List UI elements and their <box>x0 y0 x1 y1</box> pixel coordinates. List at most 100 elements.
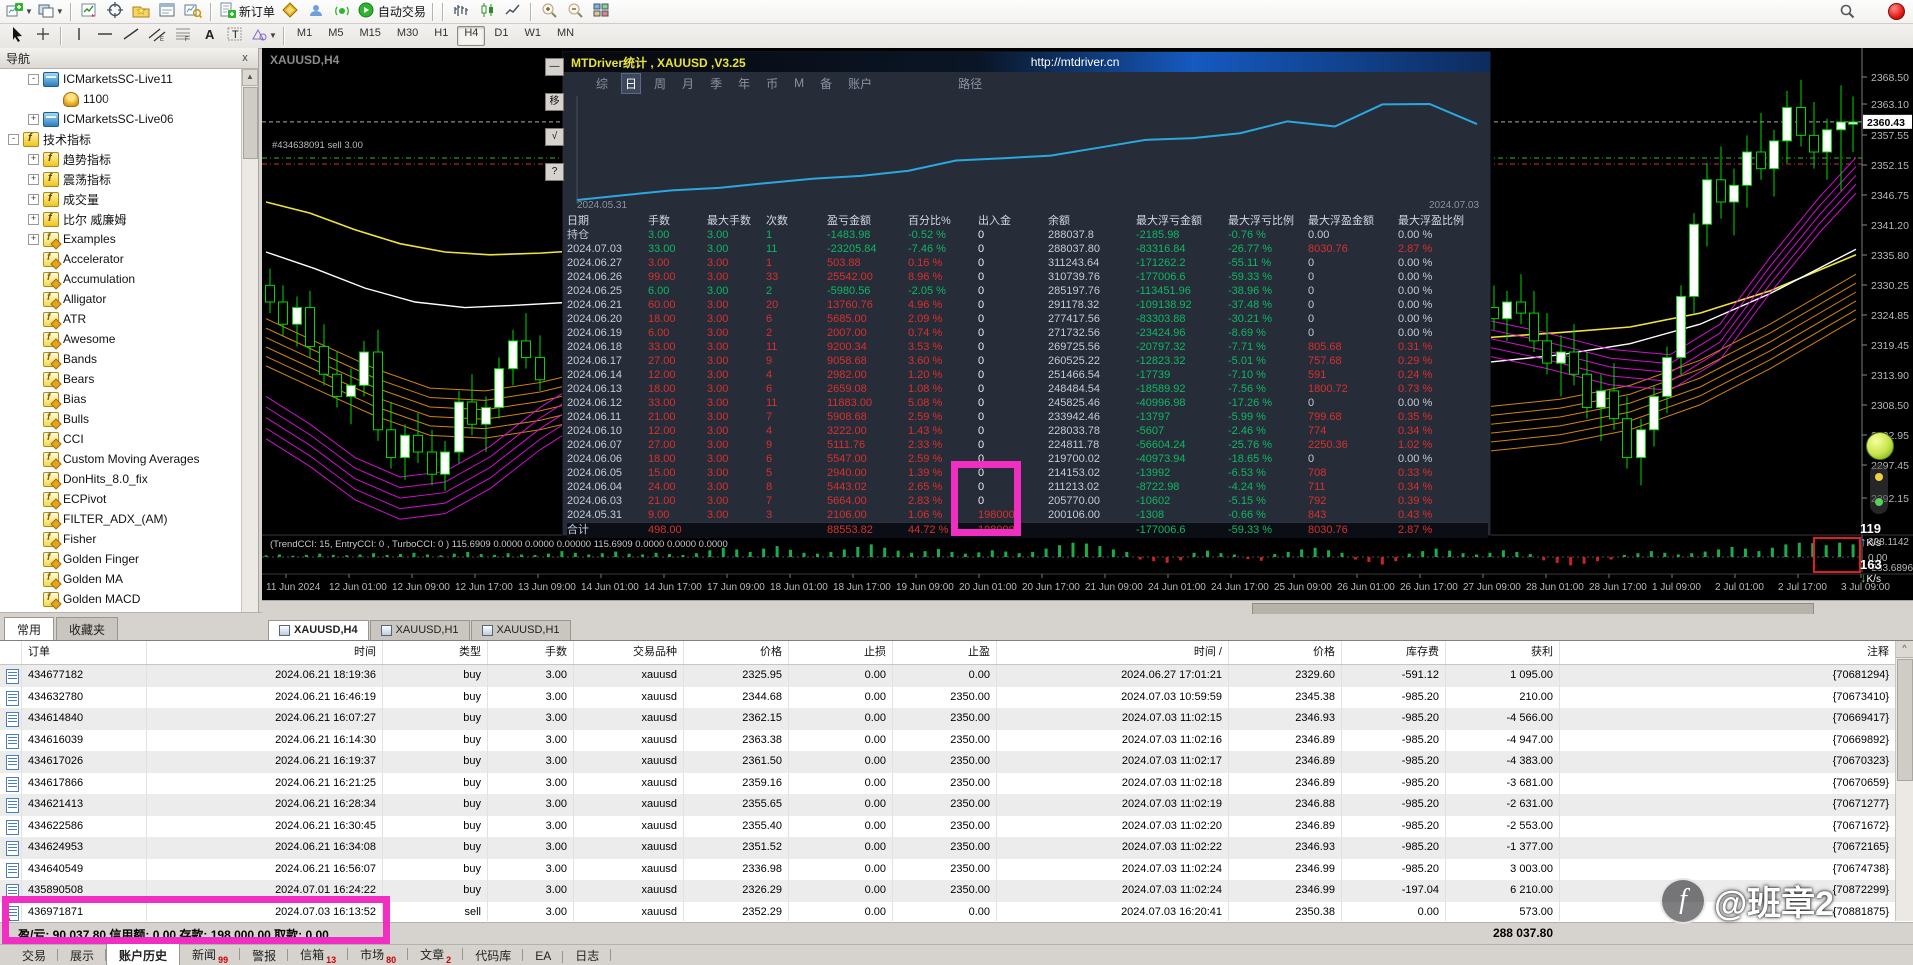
channel-button[interactable]: E <box>145 25 169 47</box>
sidebar-item-bulls[interactable]: Bulls <box>0 409 242 429</box>
terminal-tab-展示[interactable]: 展示 <box>58 945 107 965</box>
expand-icon[interactable]: + <box>28 153 39 165</box>
terminal-tab-账户历史[interactable]: 账户历史 <box>106 942 181 965</box>
order-row[interactable]: 434632780 2024.06.21 16:46:19 buy 3.00 xauus… <box>0 686 1913 708</box>
timeframe-m15[interactable]: M15 <box>352 26 387 46</box>
sidebar-tab-常用[interactable]: 常用 <box>4 617 55 641</box>
zoom-in-button[interactable] <box>537 1 561 23</box>
collapse-icon[interactable]: - <box>8 133 19 145</box>
terminal-tab-代码库[interactable]: 代码库 <box>463 945 524 965</box>
fibo-button[interactable]: F <box>171 25 195 47</box>
stats-tab-日[interactable]: 日 <box>621 72 642 94</box>
stats-tab-综[interactable]: 综 <box>593 74 611 93</box>
sidebar-item-examples[interactable]: + Examples <box>0 229 242 249</box>
timeframe-m30[interactable]: M30 <box>390 26 425 46</box>
column-header[interactable]: 价格 <box>1229 641 1342 664</box>
stats-tab-月[interactable]: 月 <box>679 74 697 93</box>
minimize-button[interactable]: — <box>545 58 564 76</box>
collapse-icon[interactable]: - <box>28 73 39 85</box>
terminal-tab-交易[interactable]: 交易 <box>10 945 59 965</box>
order-row[interactable]: 434624953 2024.06.21 16:34:08 buy 3.00 xauus… <box>0 837 1913 859</box>
timeframe-h4[interactable]: H4 <box>457 25 486 46</box>
order-row[interactable]: 434677182 2024.06.21 18:19:36 buy 3.00 xauus… <box>0 665 1913 687</box>
sidebar-item-custom-moving-averages[interactable]: Custom Moving Averages <box>0 449 242 469</box>
vline-button[interactable] <box>67 25 91 47</box>
order-row[interactable]: 434617026 2024.06.21 16:19:37 buy 3.00 xauus… <box>0 751 1913 773</box>
sidebar-item-bears[interactable]: Bears <box>0 369 242 389</box>
expand-icon[interactable]: + <box>28 233 39 245</box>
terminal-tab-警报[interactable]: 警报 <box>240 945 289 965</box>
stats-tab-账户[interactable]: 账户 <box>845 74 875 93</box>
hline-button[interactable] <box>93 25 117 47</box>
terminal-panel-button[interactable] <box>155 1 179 23</box>
textA-button[interactable]: A <box>197 25 221 47</box>
sidebar-item-bands[interactable]: Bands <box>0 349 242 369</box>
stats-tab-M[interactable]: M <box>791 75 807 91</box>
cloud-person-button[interactable] <box>304 1 328 23</box>
order-row[interactable]: 434621413 2024.06.21 16:28:34 buy 3.00 xauus… <box>0 794 1913 816</box>
column-header[interactable]: 价格 <box>684 641 789 664</box>
sidebar-item-golden-ma[interactable]: Golden MA <box>0 569 242 589</box>
sidebar-item-accelerator[interactable]: Accelerator <box>0 249 242 269</box>
layout-button[interactable]: ▼ <box>36 1 65 23</box>
column-header[interactable]: 类型 <box>383 641 488 664</box>
timeframe-h1[interactable]: H1 <box>427 26 455 46</box>
sidebar-item-cci[interactable]: CCI <box>0 429 242 449</box>
order-row[interactable]: 434640549 2024.06.21 16:56:07 buy 3.00 xauus… <box>0 858 1913 880</box>
stats-tab-周[interactable]: 周 <box>651 74 669 93</box>
sidebar-item-ecpivot[interactable]: ECPivot <box>0 489 242 509</box>
line-icon-button[interactable] <box>501 1 525 23</box>
move-button[interactable]: 移 <box>545 93 564 111</box>
scrollbar-thumb[interactable] <box>1897 659 1913 781</box>
terminal-tab-信箱[interactable]: 信箱 13 <box>288 944 349 965</box>
stats-tab-备[interactable]: 备 <box>817 74 835 93</box>
expand-icon[interactable]: + <box>28 173 39 185</box>
sidebar-item-donhits-8-0-fix[interactable]: DonHits_8.0_fix <box>0 469 242 489</box>
sidebar-item-awesome[interactable]: Awesome <box>0 329 242 349</box>
stats-panel-titlebar[interactable]: MTDriver统计 , XAUUSD ,V3.25 http://mtdriv… <box>563 52 1490 72</box>
order-row[interactable]: 434614840 2024.06.21 16:07:27 buy 3.00 xauus… <box>0 708 1913 730</box>
stats-tab-季[interactable]: 季 <box>707 74 725 93</box>
close-icon[interactable]: x <box>238 52 252 64</box>
timeframe-m1[interactable]: M1 <box>290 26 319 46</box>
navigator-scrollbar[interactable]: ▲ <box>241 69 258 612</box>
terminal-tab-EA[interactable]: EA <box>523 947 564 965</box>
expand-icon[interactable]: + <box>28 213 39 225</box>
labelT-button[interactable]: T <box>223 25 247 47</box>
column-header[interactable]: 交易品种 <box>574 641 684 664</box>
zoom-out-button[interactable] <box>563 1 587 23</box>
stats-tab-年[interactable]: 年 <box>735 74 753 93</box>
autotrade-button[interactable]: 自动交易 <box>356 1 427 23</box>
terminal-tab-日志[interactable]: 日志 <box>563 945 612 965</box>
sidebar-item-accumulation[interactable]: Accumulation <box>0 269 242 289</box>
sidebar-item-atr[interactable]: ATR <box>0 309 242 329</box>
sidebar-item-icmarketssc-live11[interactable]: - ICMarketsSC-Live11 <box>0 69 242 89</box>
terminal-tab-新闻[interactable]: 新闻 99 <box>180 944 241 965</box>
signal-green-button[interactable] <box>330 1 354 23</box>
column-header[interactable]: 手数 <box>488 641 574 664</box>
column-header[interactable]: 获利 <box>1446 641 1560 664</box>
bars-icon-button[interactable] <box>449 1 473 23</box>
chart-horizontal-scrollbar[interactable] <box>262 600 1913 615</box>
terminal-tab-市场[interactable]: 市场 80 <box>348 944 409 965</box>
timeframe-m5[interactable]: M5 <box>321 26 350 46</box>
chart-plus-button[interactable]: ▼ <box>5 1 34 23</box>
market-watch-button[interactable] <box>77 1 101 23</box>
tile-button[interactable] <box>589 1 613 23</box>
editor-gold-button[interactable] <box>278 1 302 23</box>
sidebar-item-震荡指标[interactable]: + 震荡指标 <box>0 169 242 189</box>
search-icon[interactable] <box>1839 3 1855 24</box>
expand-icon[interactable]: + <box>28 193 39 205</box>
column-header[interactable]: 时间 / <box>997 641 1229 664</box>
column-header[interactable]: 注释 <box>1560 641 1896 664</box>
timeframe-d1[interactable]: D1 <box>487 26 515 46</box>
sidebar-item-fisher[interactable]: Fisher <box>0 529 242 549</box>
shapes-button[interactable]: ▼ <box>249 25 278 47</box>
order-row[interactable]: 434622586 2024.06.21 16:30:45 buy 3.00 xauus… <box>0 815 1913 837</box>
column-header[interactable]: 库存费 <box>1342 641 1446 664</box>
order-row[interactable]: 434617866 2024.06.21 16:21:25 buy 3.00 xauus… <box>0 772 1913 794</box>
expand-icon[interactable]: + <box>28 113 39 125</box>
check-button[interactable]: √ <box>545 128 564 146</box>
sidebar-item-golden-macd[interactable]: Golden MACD <box>0 589 242 609</box>
timeframe-w1[interactable]: W1 <box>517 26 548 46</box>
